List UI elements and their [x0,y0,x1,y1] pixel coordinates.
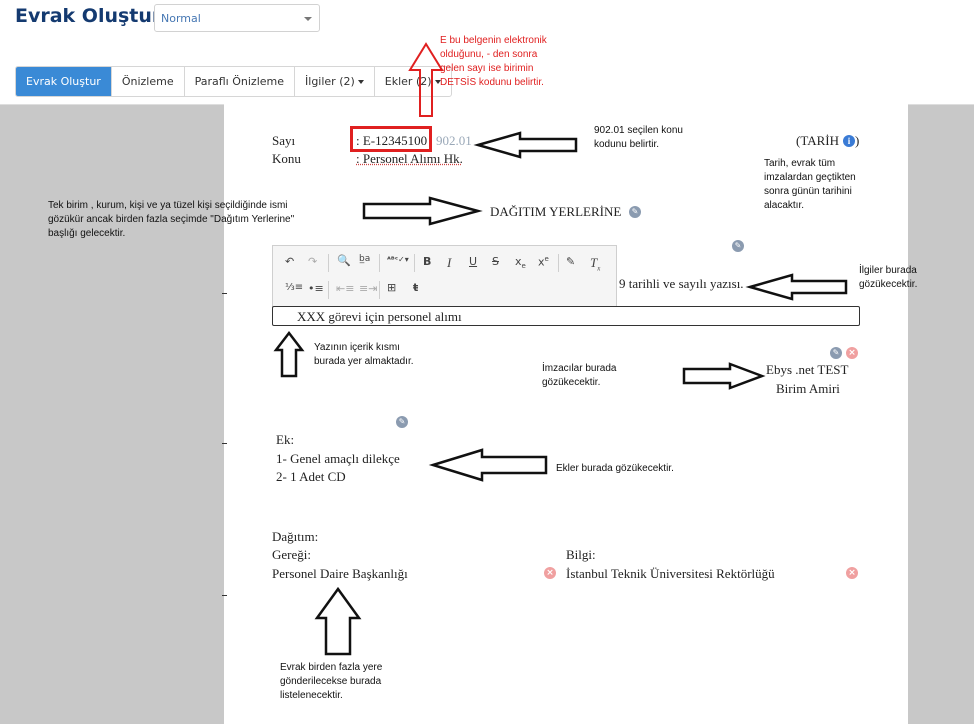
arrow-left-ilgi [745,273,848,301]
arrow-left-konu [473,131,578,159]
annotation-arrows [273,42,848,656]
arrow-right-dagitim [362,196,483,226]
arrow-right-imza [682,362,766,390]
arrow-up-content [273,330,305,378]
arrow-left-ek [428,448,548,482]
red-up-arrow [408,42,444,117]
arrow-up-liste [314,586,362,656]
